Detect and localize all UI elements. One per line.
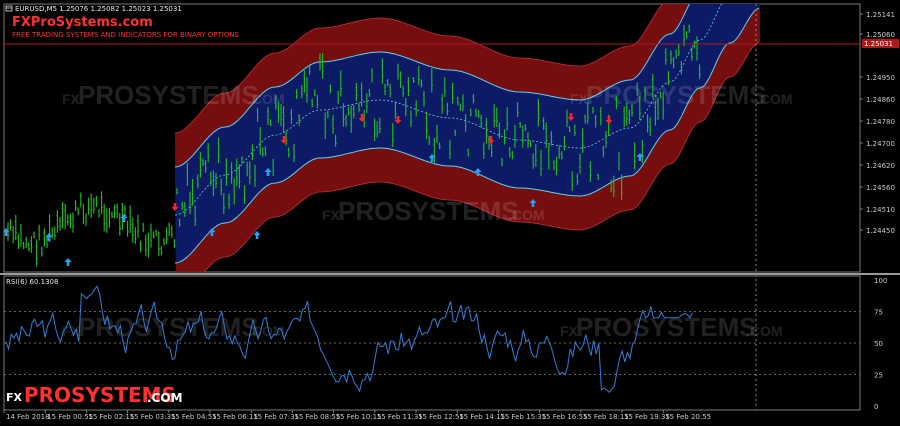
rsi-axis-label: 75	[874, 309, 883, 317]
price-axis-label: 1.24450	[866, 227, 895, 235]
footer-logo-suffix: .COM	[147, 391, 183, 405]
rsi-axis-label: 50	[874, 340, 883, 348]
price-axis-label: 1.24620	[866, 162, 895, 170]
price-axis-label: 1.24780	[866, 118, 895, 126]
time-axis-label: 15 Feb 02:15	[88, 413, 134, 421]
time-axis-label: 15 Feb 15:35	[500, 413, 546, 421]
time-axis-label: 14 Feb 2018	[6, 413, 50, 421]
price-axis-label: 1.24700	[866, 140, 895, 148]
time-axis-label: 15 Feb 20:55	[665, 413, 711, 421]
time-axis-label: 15 Feb 11:35	[377, 413, 423, 421]
time-axis-label: 15 Feb 03:35	[130, 413, 176, 421]
rsi-axis-label: 100	[874, 277, 887, 285]
rsi-axis: 100 75 50 25 0	[874, 277, 887, 411]
price-axis-label: 1.24510	[866, 206, 895, 214]
time-axis-label: 15 Feb 12:55	[418, 413, 464, 421]
time-axis-label: 15 Feb 08:55	[294, 413, 340, 421]
chart-canvas[interactable]: FXPROSYSTEMS.COM FXPROSYSTEMS.COMFXPROSYS…	[0, 0, 900, 422]
time-axis: 14 Feb 201815 Feb 00:5515 Feb 02:1515 Fe…	[3, 410, 711, 421]
current-price-value: 1.25031	[864, 40, 893, 48]
time-axis-label: 15 Feb 00:55	[47, 413, 93, 421]
brand-title: FXProSystems.com	[12, 15, 153, 30]
price-axis-label: 1.25141	[866, 11, 895, 19]
svg-text:.COM: .COM	[248, 91, 285, 107]
time-axis-label: 15 Feb 04:55	[171, 413, 217, 421]
symbol-info: EURUSD,M5 1.25076 1.25082 1.25023 1.2503…	[15, 5, 182, 13]
svg-text:.COM: .COM	[746, 323, 783, 339]
chart-terminal[interactable]: FX PROSYSTEMS .COM FX PROSYSTEMS .COM FX PROSYS…	[0, 0, 900, 422]
svg-text:PROSYSTEMS: PROSYSTEMS	[586, 80, 767, 110]
time-axis-label: 15 Feb 07:35	[253, 413, 299, 421]
rsi-axis-label: 25	[874, 372, 883, 380]
svg-text:.COM: .COM	[248, 323, 285, 339]
footer-logo: FX PROSYSTEMS .COM	[6, 383, 183, 407]
price-axis-label: 1.24560	[866, 184, 895, 192]
time-axis-label: 15 Feb 10:15	[336, 413, 382, 421]
time-axis-label: 15 Feb 06:15	[212, 413, 258, 421]
time-axis-label: 15 Feb 16:55	[542, 413, 588, 421]
svg-text:.COM: .COM	[508, 207, 545, 223]
price-axis-label: 1.24860	[866, 96, 895, 104]
rsi-axis-label: 0	[874, 403, 878, 411]
time-axis-label: 15 Feb 14:15	[459, 413, 505, 421]
brand-subtitle: FREE TRADING SYSTEMS AND INDICATORS FOR …	[12, 31, 240, 39]
price-axis-label: 1.25060	[866, 31, 895, 39]
svg-text:.COM: .COM	[756, 91, 793, 107]
time-axis-label: 15 Feb 18:15	[583, 413, 629, 421]
svg-text:PROSYSTEMS: PROSYSTEMS	[78, 312, 259, 342]
svg-text:PROSYSTEMS: PROSYSTEMS	[576, 312, 757, 342]
svg-text:PROSYSTEMS: PROSYSTEMS	[338, 196, 519, 226]
footer-logo-fx: FX	[6, 391, 23, 404]
svg-text:PROSYSTEMS: PROSYSTEMS	[78, 80, 259, 110]
time-axis-label: 15 Feb 19:35	[624, 413, 670, 421]
price-axis-label: 1.24950	[866, 74, 895, 82]
rsi-label: RSI(6) 60.1308	[6, 278, 58, 286]
